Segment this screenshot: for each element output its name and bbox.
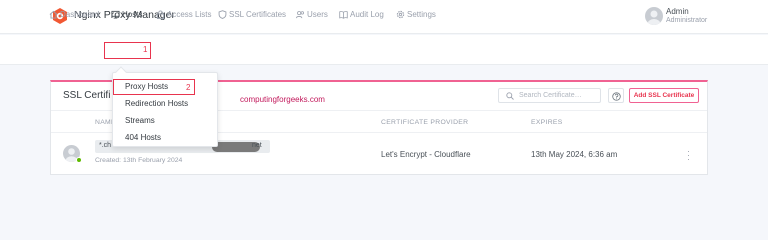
shield-icon [218,10,227,19]
user-role: Administrator [666,17,708,24]
created-date: Created: 13th February 2024 [95,157,183,164]
menu-item-404-hosts[interactable]: 404 Hosts [125,133,161,142]
book-icon [339,11,348,19]
nav-settings[interactable]: Settings [396,10,436,19]
nav-hosts-label: Hosts [122,10,143,19]
certificate-provider: Let's Encrypt - Cloudflare [381,150,471,159]
column-header-expires: EXPIRES [531,119,563,126]
add-ssl-certificate-button[interactable]: Add SSL Certificate [629,88,699,103]
nav-access-lists-label: Access Lists [167,10,212,19]
watermark-text: computingforgeeks.com [240,95,325,104]
monitor-icon [111,10,120,19]
nav-audit-log-label: Audit Log [350,10,384,19]
menu-item-streams[interactable]: Streams [125,116,155,125]
menu-item-redirection-hosts[interactable]: Redirection Hosts [125,99,188,108]
search-icon [506,92,514,100]
nav-access-lists[interactable]: Access Lists [156,10,211,19]
search-input[interactable]: Search Certificate… [498,88,601,103]
help-button[interactable] [608,88,624,103]
nav-dashboard-label: Dashboard [60,10,100,19]
domain-tag-end: net [252,142,262,149]
card-title: SSL Certifi [63,90,111,101]
nav-users-label: Users [307,10,328,19]
lock-icon [156,10,165,19]
users-icon [296,11,304,19]
help-icon [612,91,621,101]
home-icon [49,10,58,19]
user-avatar[interactable] [645,7,663,25]
nav-hosts[interactable]: Hosts [111,10,142,19]
gear-icon [396,10,405,19]
nav-ssl-certificates[interactable]: SSL Certificates [218,10,286,19]
annotation-step-1: 1 [143,45,148,54]
expiry-date: 13th May 2024, 6:36 am [531,150,618,159]
annotation-box-proxy-hosts [113,79,195,95]
nav-ssl-certificates-label: SSL Certificates [229,10,287,19]
nav-users[interactable]: Users [296,10,328,19]
column-header-provider: CERTIFICATE PROVIDER [381,119,469,126]
search-placeholder: Search Certificate… [519,92,582,99]
nav-audit-log[interactable]: Audit Log [339,10,384,19]
nav-settings-label: Settings [407,10,436,19]
row-actions-menu-icon[interactable]: · · · [687,147,690,164]
status-online-dot [76,157,82,163]
user-name[interactable]: Admin [666,7,689,16]
nav-dashboard[interactable]: Dashboard [49,10,99,19]
domain-tag-start: *.ch [99,142,112,149]
annotation-step-2: 2 [186,83,191,92]
